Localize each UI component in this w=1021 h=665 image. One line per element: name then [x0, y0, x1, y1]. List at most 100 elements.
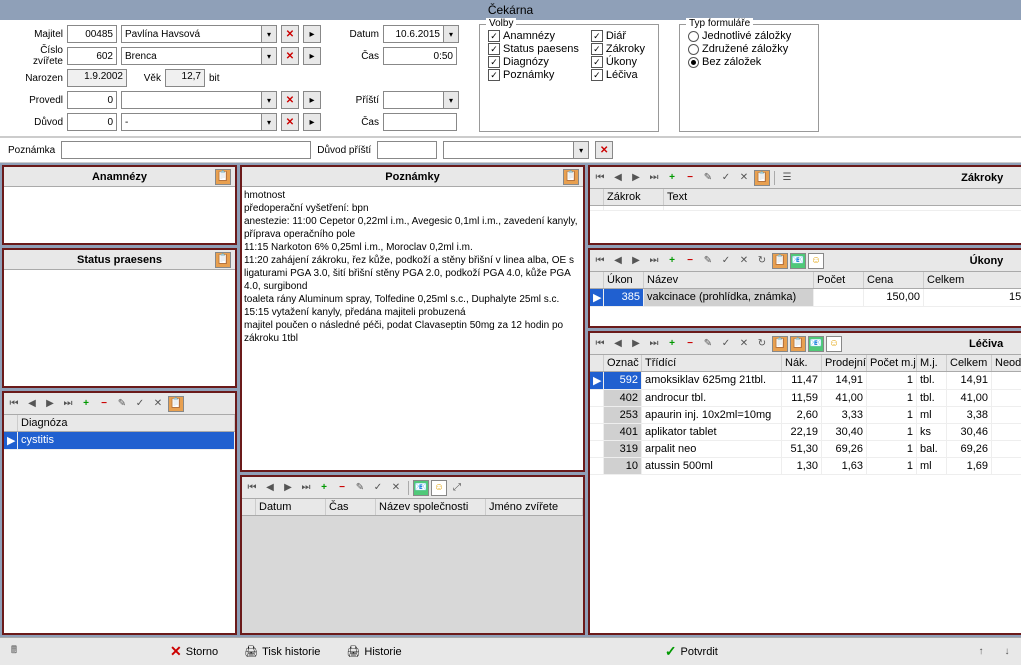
nav-last-icon[interactable]: ⏭: [60, 396, 76, 412]
owner-combo[interactable]: ▾: [261, 25, 277, 43]
duvod-pristi-combo[interactable]: ▾: [573, 141, 589, 159]
leciva-row[interactable]: 319 arpalit neo 51,30 69,26 1 bal. 69,26: [590, 441, 1021, 458]
clipboard-icon[interactable]: 📋: [772, 336, 788, 352]
send-icon[interactable]: 📧: [413, 480, 429, 496]
nav-first-icon[interactable]: ⏮: [592, 253, 608, 269]
add-icon[interactable]: +: [664, 170, 680, 186]
cancel-icon[interactable]: ✕: [736, 170, 752, 186]
nav-last-icon[interactable]: ⏭: [646, 253, 662, 269]
cancel-icon[interactable]: ✕: [388, 480, 404, 496]
add-icon[interactable]: +: [78, 396, 94, 412]
send-icon[interactable]: 📧: [790, 253, 806, 269]
expand-icon[interactable]: ⤢: [449, 480, 465, 496]
send-icon[interactable]: 📧: [808, 336, 824, 352]
owner-name[interactable]: [121, 25, 261, 43]
clipboard-icon[interactable]: 📋: [168, 396, 184, 412]
edit-icon[interactable]: ✎: [352, 480, 368, 496]
chk-anamnezy[interactable]: ✓: [488, 30, 500, 42]
calc-icon[interactable]: 🖩: [6, 644, 22, 660]
radio-jednot[interactable]: [688, 31, 699, 42]
cas[interactable]: [383, 47, 457, 65]
chk-status[interactable]: ✓: [488, 43, 500, 55]
tisk-button[interactable]: 🖨Tisk historie: [236, 643, 328, 660]
chk-diar[interactable]: ✓: [591, 30, 603, 42]
radio-zdruz[interactable]: [688, 44, 699, 55]
nav-next-icon[interactable]: ▶: [280, 480, 296, 496]
anamnezy-icon[interactable]: 📋: [215, 169, 231, 185]
datum[interactable]: [383, 25, 443, 43]
add-icon[interactable]: +: [664, 253, 680, 269]
edit-icon[interactable]: ✎: [700, 336, 716, 352]
provedl-name[interactable]: [121, 91, 261, 109]
hist-col-animal[interactable]: Jméno zvířete: [486, 499, 583, 515]
ok-icon[interactable]: ✓: [718, 336, 734, 352]
pristi[interactable]: [383, 91, 443, 109]
nav-first-icon[interactable]: ⏮: [6, 396, 22, 412]
anamnezy-body[interactable]: [4, 187, 235, 243]
filter-icon[interactable]: ☰: [779, 170, 795, 186]
leciva-row[interactable]: 401 aplikator tablet 22,19 30,40 1 ks 30…: [590, 424, 1021, 441]
poznamky-icon[interactable]: 📋: [563, 169, 579, 185]
nav-next-icon[interactable]: ▶: [628, 336, 644, 352]
smiley-icon[interactable]: ☺: [808, 253, 824, 269]
edit-icon[interactable]: ✎: [114, 396, 130, 412]
nav-last-icon[interactable]: ⏭: [646, 170, 662, 186]
pristi-combo[interactable]: ▾: [443, 91, 459, 109]
provedl-del[interactable]: ✕: [281, 91, 299, 109]
owner-id[interactable]: [67, 25, 117, 43]
diag-col[interactable]: Diagnóza: [18, 415, 235, 431]
duvod-pristi-text[interactable]: [443, 141, 573, 159]
edit-icon[interactable]: ✎: [700, 170, 716, 186]
edit-icon[interactable]: ✎: [700, 253, 716, 269]
ok-icon[interactable]: ✓: [718, 170, 734, 186]
refresh-icon[interactable]: ↻: [754, 253, 770, 269]
chk-ukony[interactable]: ✓: [591, 56, 603, 68]
cancel-icon[interactable]: ✕: [150, 396, 166, 412]
provedl-add[interactable]: ▸: [303, 91, 321, 109]
animal-name[interactable]: [121, 47, 261, 65]
nav-next-icon[interactable]: ▶: [628, 253, 644, 269]
chk-leciva[interactable]: ✓: [591, 69, 603, 81]
animal-del[interactable]: ✕: [281, 47, 299, 65]
remove-icon[interactable]: −: [334, 480, 350, 496]
animal-combo[interactable]: ▾: [261, 47, 277, 65]
clipboard-icon[interactable]: 📋: [754, 170, 770, 186]
leciva-row[interactable]: 402 androcur tbl. 11,59 41,00 1 tbl. 41,…: [590, 390, 1021, 407]
ukony-row[interactable]: ▶ 385 vakcinace (prohlídka, známka) 150,…: [590, 289, 1021, 307]
nav-last-icon[interactable]: ⏭: [646, 336, 662, 352]
chk-poznamky[interactable]: ✓: [488, 69, 500, 81]
ok-icon[interactable]: ✓: [370, 480, 386, 496]
cas2[interactable]: [383, 113, 457, 131]
hist-col-date[interactable]: Datum: [256, 499, 326, 515]
cancel-icon[interactable]: ✕: [736, 253, 752, 269]
nav-next-icon[interactable]: ▶: [42, 396, 58, 412]
remove-icon[interactable]: −: [96, 396, 112, 412]
add-icon[interactable]: +: [664, 336, 680, 352]
status-icon[interactable]: 📋: [215, 252, 231, 268]
status-body[interactable]: [4, 270, 235, 386]
duvod-id[interactable]: [67, 113, 117, 131]
nav-prev-icon[interactable]: ◀: [610, 336, 626, 352]
duvod-text[interactable]: [121, 113, 261, 131]
provedl-combo[interactable]: ▾: [261, 91, 277, 109]
duvod-add[interactable]: ▸: [303, 113, 321, 131]
poznamky-body[interactable]: hmotnost předoperační vyšetření: bpn ane…: [242, 187, 583, 470]
leciva-row[interactable]: 10 atussin 500ml 1,30 1,63 1 ml 1,69: [590, 458, 1021, 475]
down-icon[interactable]: ↓: [999, 644, 1015, 660]
poznamka-input[interactable]: [61, 141, 311, 159]
radio-bez[interactable]: [688, 57, 699, 68]
animal-id[interactable]: [67, 47, 117, 65]
cancel-icon[interactable]: ✕: [736, 336, 752, 352]
up-icon[interactable]: ↑: [973, 644, 989, 660]
remove-icon[interactable]: −: [682, 336, 698, 352]
duvod-pristi-id[interactable]: [377, 141, 437, 159]
datum-combo[interactable]: ▾: [443, 25, 459, 43]
leciva-row[interactable]: ▶ 592 amoksiklav 625mg 21tbl. 11,47 14,9…: [590, 372, 1021, 390]
nav-last-icon[interactable]: ⏭: [298, 480, 314, 496]
owner-add[interactable]: ▸: [303, 25, 321, 43]
clipboard2-icon[interactable]: 📋: [790, 336, 806, 352]
hist-col-time[interactable]: Čas: [326, 499, 376, 515]
storno-button[interactable]: ✕Storno: [162, 641, 226, 662]
remove-icon[interactable]: −: [682, 253, 698, 269]
clipboard-icon[interactable]: 📋: [772, 253, 788, 269]
